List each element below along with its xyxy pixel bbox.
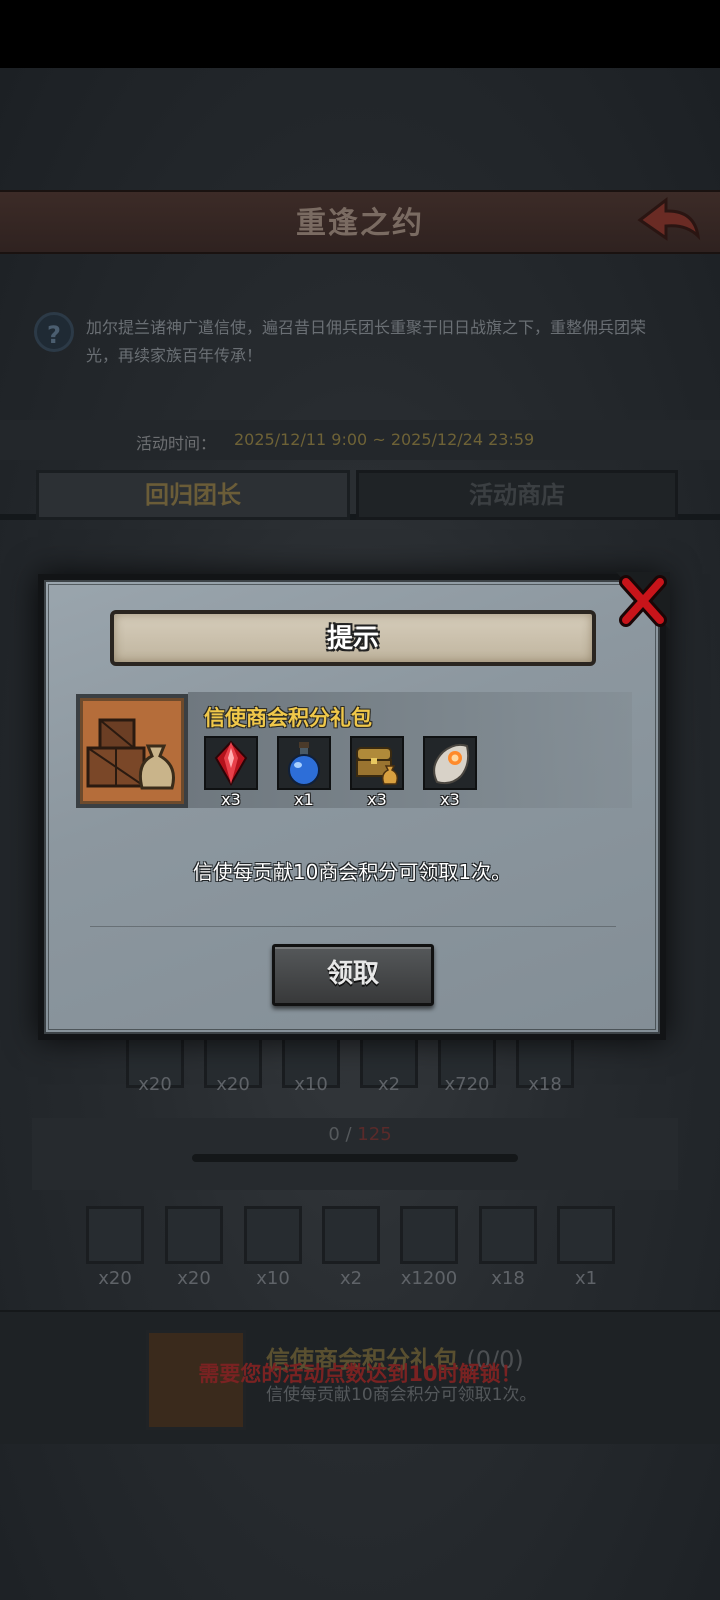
- reward-count: x10: [294, 1074, 328, 1095]
- reward-count: x720: [444, 1074, 490, 1095]
- reward-count: x18: [528, 1074, 562, 1095]
- reward-count: x3: [367, 790, 387, 809]
- reward-count: x20: [98, 1268, 132, 1289]
- event-time-value: 2025/12/11 9:00 ~ 2025/12/24 23:59: [234, 430, 535, 449]
- tab-event-shop[interactable]: 活动商店: [356, 470, 678, 520]
- reward-count: x3: [440, 790, 460, 809]
- reward-count: x10: [256, 1268, 290, 1289]
- reward-count: x1: [294, 790, 314, 809]
- reward-count: x18: [491, 1268, 525, 1289]
- reward-slot: [322, 1206, 380, 1264]
- lock-message: 需要您的活动点数达到10时解锁！: [198, 1362, 522, 1386]
- claim-button[interactable]: 领取: [272, 944, 434, 1006]
- progress-separator: /: [339, 1124, 358, 1145]
- crates-sack-icon: [76, 694, 188, 808]
- help-icon[interactable]: ?: [34, 312, 74, 352]
- fire-egg-icon[interactable]: [423, 736, 477, 790]
- event-time-label: 活动时间：: [136, 434, 217, 453]
- progress-current: 0: [328, 1124, 340, 1145]
- back-arrow-icon[interactable]: [636, 196, 702, 246]
- reward-slot: [400, 1206, 458, 1264]
- progress-bar: [192, 1154, 518, 1162]
- reward-count: x1: [574, 1268, 598, 1289]
- reward-slot: [479, 1206, 537, 1264]
- reward-count: x3: [221, 790, 241, 809]
- blue-potion-icon[interactable]: [277, 736, 331, 790]
- dialog-description: 信使每贡献10商会积分可领取1次。: [192, 860, 512, 884]
- tab-returning-leader[interactable]: 回归团长: [36, 470, 350, 520]
- close-icon[interactable]: [616, 572, 670, 630]
- reward-count: x2: [377, 1074, 401, 1095]
- reward-count: x20: [177, 1268, 211, 1289]
- treasure-chest-icon[interactable]: [350, 736, 404, 790]
- reward-count: x2: [339, 1268, 363, 1289]
- status-bar: [0, 0, 720, 68]
- page-title: 重逢之约: [296, 206, 424, 241]
- reward-slot: [165, 1206, 223, 1264]
- reward-slot: [86, 1206, 144, 1264]
- reward-count: x20: [138, 1074, 172, 1095]
- progress-text: 0 / 125: [0, 1124, 720, 1145]
- red-crystal-icon[interactable]: [204, 736, 258, 790]
- reward-slot: [244, 1206, 302, 1264]
- reward-count: x20: [216, 1074, 250, 1095]
- dialog-divider: [90, 926, 616, 927]
- progress-target: 125: [357, 1124, 392, 1145]
- dialog-title: 提示: [326, 624, 379, 654]
- event-description: 加尔提兰诸神广遣信使，遍召昔日佣兵团长重聚于旧日战旗之下，重整佣兵团荣光，再续家…: [86, 318, 647, 365]
- reward-slot: [557, 1206, 615, 1264]
- pack-name: 信使商会积分礼包: [204, 706, 372, 730]
- reward-count: x1200: [400, 1268, 458, 1289]
